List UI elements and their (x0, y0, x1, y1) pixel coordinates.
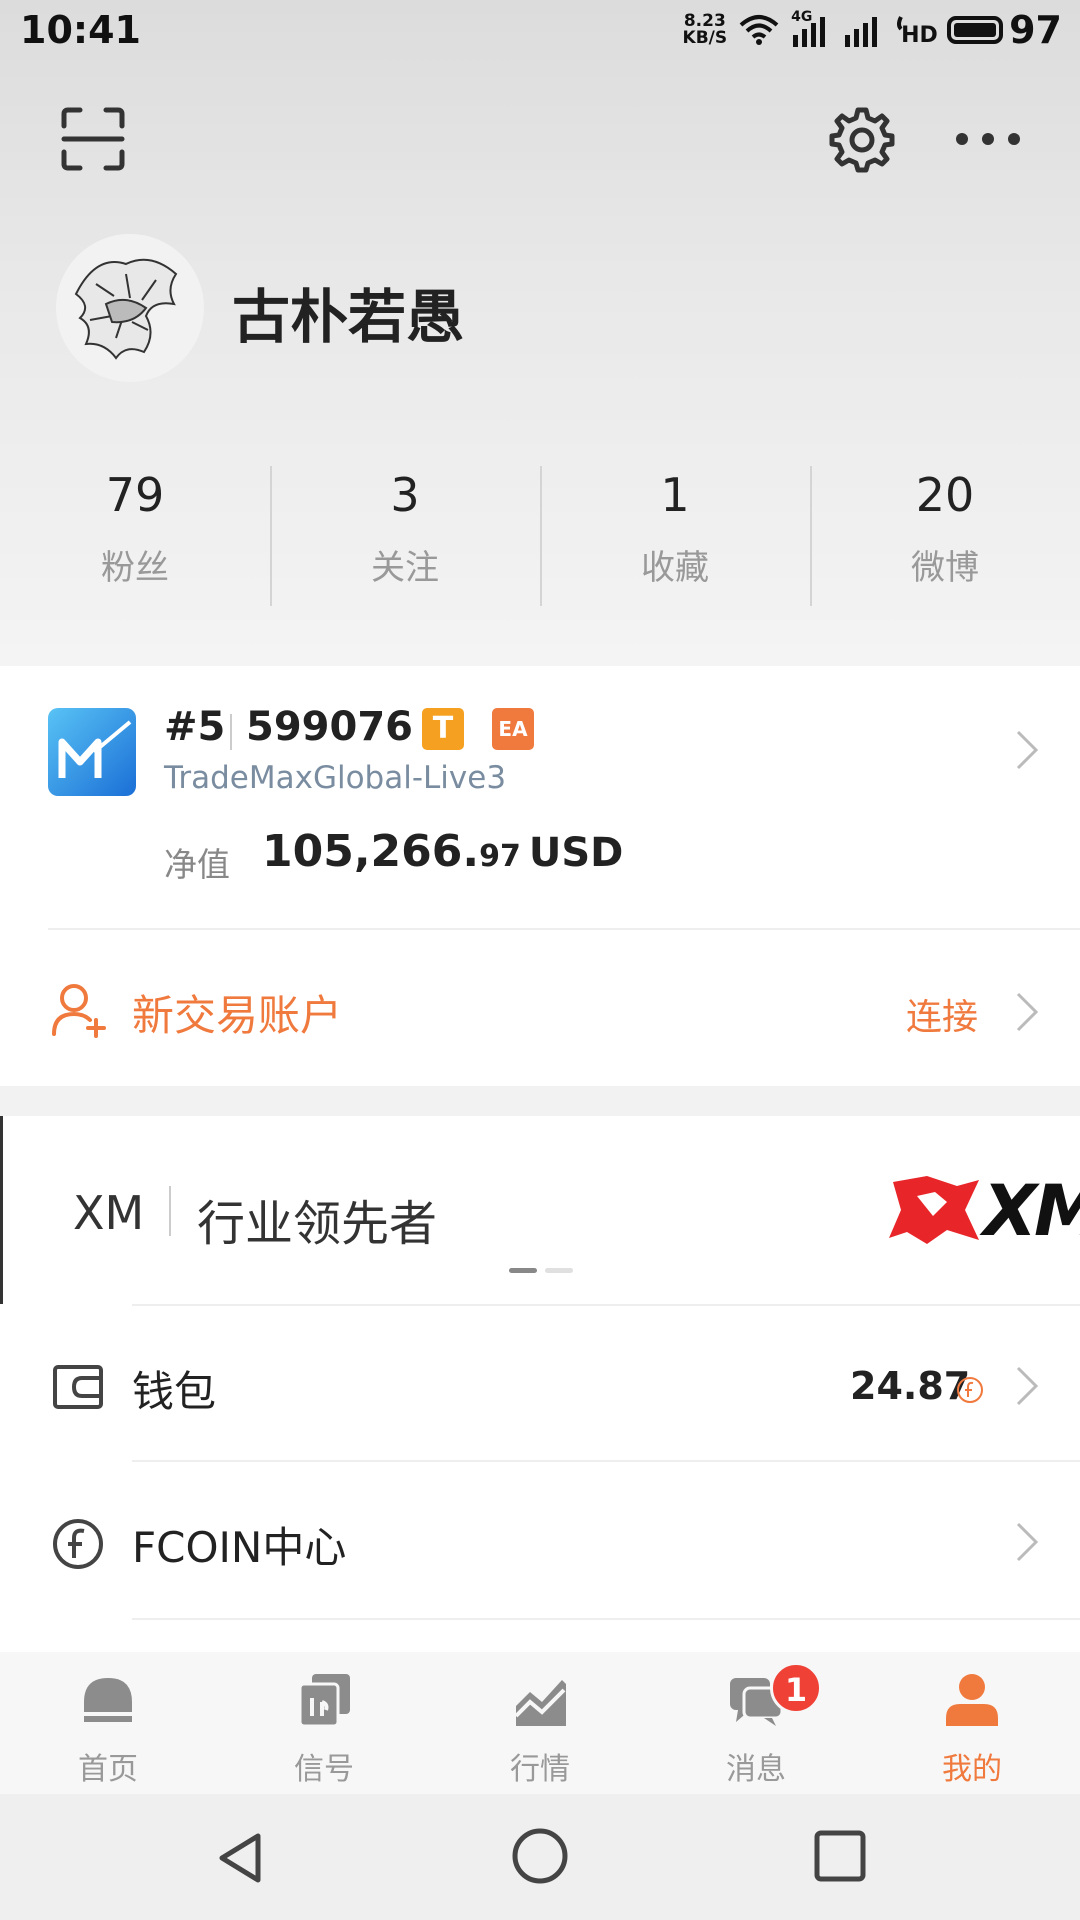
broker-logo-icon (48, 708, 136, 796)
battery: 97 (947, 8, 1062, 52)
equity-integer: 105,266. (262, 826, 480, 877)
signal-4g-icon: 4G (791, 9, 831, 47)
banner-pagination (509, 1268, 573, 1273)
chevron-right-icon[interactable] (1012, 990, 1042, 1034)
wallet-balance: 24.87 (850, 1364, 971, 1408)
status-icons: 8.23 KB/S 4G HD 97 (683, 8, 1062, 52)
stat-following[interactable]: 3 关注 (270, 462, 540, 612)
wallet-icon (53, 1365, 103, 1409)
stat-fans[interactable]: 79 粉丝 (0, 462, 270, 612)
stat-value: 1 (660, 468, 690, 522)
fcoin-center-row[interactable]: FCOIN中心 (0, 1462, 1080, 1620)
divider (132, 1618, 1080, 1620)
divider (230, 714, 232, 750)
stat-label: 关注 (371, 548, 439, 588)
xm-logo: XM (887, 1170, 1080, 1252)
tab-messages[interactable]: 1 消息 (648, 1652, 864, 1794)
menu-list: 钱包 24.87 FCOIN中心 (0, 1304, 1080, 1652)
hd-voice-icon: HD (895, 13, 938, 48)
signal-icon (845, 17, 878, 47)
tab-label: 首页 (78, 1752, 138, 1787)
battery-level: 97 (1009, 8, 1062, 52)
fcoin-center-label: FCOIN中心 (132, 1523, 347, 1572)
trading-account-card: #5 599076 T EA TradeMaxGlobal-Live3 净值 1… (0, 666, 1080, 1086)
badge-ea: EA (492, 708, 534, 750)
market-chart-icon (514, 1680, 566, 1726)
tab-home[interactable]: 首页 (0, 1652, 216, 1794)
tab-me[interactable]: 我的 (864, 1652, 1080, 1794)
system-nav-bar (0, 1794, 1080, 1920)
account-server: TradeMaxGlobal-Live3 (164, 760, 507, 796)
stat-label: 微博 (911, 548, 979, 588)
stat-favorites[interactable]: 1 收藏 (540, 462, 810, 612)
tab-label: 消息 (726, 1752, 786, 1787)
hd-label: HD (901, 23, 938, 48)
divider (169, 1186, 171, 1236)
fcoin-icon (53, 1519, 103, 1569)
avatar-illustration (56, 234, 204, 382)
back-icon[interactable] (214, 1830, 270, 1886)
stat-label: 收藏 (641, 548, 709, 588)
new-account-button[interactable]: 新交易账户 (132, 982, 342, 1043)
tab-label: 行情 (510, 1752, 570, 1787)
gear-icon[interactable] (828, 106, 896, 174)
wallet-row[interactable]: 钱包 24.87 (0, 1306, 1080, 1464)
account-rank: #5 (164, 704, 226, 750)
signal-bars-4g-icon (793, 17, 826, 47)
banner-tagline: 行业领先者 (197, 1196, 438, 1252)
wifi-icon (739, 15, 779, 45)
chevron-right-icon[interactable] (1012, 728, 1042, 772)
top-actions (0, 100, 1080, 180)
battery-icon (947, 16, 1004, 44)
signal-cards-icon (298, 1674, 350, 1728)
broker-logo-mark (58, 720, 132, 778)
pagination-dot (545, 1268, 573, 1273)
pagination-dot-active (509, 1268, 537, 1273)
tab-signals[interactable]: 信号 (216, 1652, 432, 1794)
tab-label: 信号 (294, 1752, 354, 1787)
equity-value: 105,266.97 USD (262, 826, 623, 877)
net-speed-unit: KB/S (682, 28, 728, 48)
fcoin-small-icon (957, 1377, 983, 1403)
badge-t: T (422, 708, 464, 750)
chevron-right-icon[interactable] (1012, 1520, 1042, 1564)
status-time: 10:41 (20, 8, 141, 52)
username: 古朴若愚 (232, 283, 465, 351)
bottom-tab-bar: 首页 信号 行情 1 消息 我的 (0, 1652, 1080, 1794)
tab-label: 我的 (942, 1752, 1002, 1787)
stat-posts[interactable]: 20 微博 (810, 462, 1080, 612)
stat-value: 79 (105, 468, 165, 522)
tab-market[interactable]: 行情 (432, 1652, 648, 1794)
divider (48, 928, 1080, 930)
scan-icon[interactable] (60, 106, 126, 172)
status-bar: 10:41 8.23 KB/S 4G HD 97 (0, 0, 1080, 60)
equity-decimal: 97 (479, 839, 521, 874)
ad-banner[interactable]: XM 行业领先者 XM (0, 1116, 1080, 1304)
more-icon[interactable] (952, 122, 1024, 156)
home-circle-icon[interactable] (510, 1826, 570, 1886)
equity-currency: USD (528, 830, 624, 876)
chevron-right-icon[interactable] (1012, 1364, 1042, 1408)
unread-badge: 1 (770, 1662, 822, 1714)
net-speed: 8.23 KB/S (683, 13, 728, 47)
recent-apps-icon[interactable] (812, 1828, 868, 1884)
stat-label: 粉丝 (101, 548, 169, 588)
profile-stats: 79 粉丝 3 关注 1 收藏 20 微博 (0, 462, 1080, 612)
banner-brand: XM (73, 1186, 145, 1240)
stat-value: 3 (390, 468, 420, 522)
home-icon (84, 1678, 132, 1722)
connect-button[interactable]: 连接 (906, 988, 978, 1040)
profile-icon (946, 1674, 998, 1726)
wallet-label: 钱包 (132, 1367, 217, 1416)
equity-label: 净值 (164, 845, 230, 884)
avatar[interactable] (56, 234, 204, 382)
xm-logo-text: XM (983, 1170, 1080, 1252)
account-id: 599076 (246, 704, 413, 750)
add-user-icon (52, 984, 106, 1038)
stat-value: 20 (915, 468, 975, 522)
